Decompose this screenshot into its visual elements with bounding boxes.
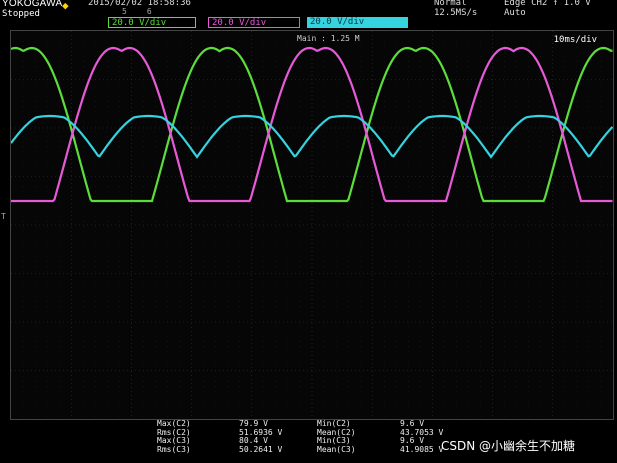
- waveform-svg: [10, 31, 614, 419]
- watermark: CSDN @小幽余生不加糖: [441, 439, 576, 453]
- channel-3-scale[interactable]: 20.0 V/div: [307, 17, 408, 28]
- trigger-settings[interactable]: Edge CH2 ↑ 1.0 V Auto: [504, 0, 591, 18]
- measurement-labels-col1: Max(C2) Rms(C2) Max(C3) Rms(C3): [157, 420, 191, 454]
- channel-scale-label: 20.0 V/div: [212, 18, 267, 28]
- measurement-values-col1: 79.9 V 51.6936 V 80.4 V 50.2641 V: [239, 420, 282, 454]
- measurement-values-col2: 9.6 V 43.7053 V 9.6 V 41.9085 V: [400, 420, 443, 454]
- channel-2-scale[interactable]: 20.0 V/div: [208, 17, 300, 28]
- channel-number: 5: [122, 7, 147, 16]
- channel-scale-label: 20.0 V/div: [310, 17, 365, 27]
- acquisition-status: Stopped: [2, 9, 40, 19]
- memory-length: Main : 1.25 M: [297, 34, 360, 43]
- measure-label: Rms(C3): [157, 444, 191, 454]
- trigger-mode: Auto: [504, 8, 526, 18]
- brand-logo: YOKOGAWA: [2, 0, 63, 9]
- channel-numbers: 56: [122, 7, 172, 16]
- mode-label: Normal: [434, 0, 467, 8]
- trace-ch2: [10, 46, 613, 203]
- timebase-label: 10ms/div: [553, 35, 597, 45]
- trace-ch1: [10, 114, 614, 159]
- status-bar: YOKOGAWA ◆ Stopped 2015/02/02 18:58:36 5…: [0, 0, 617, 30]
- trigger-source: Edge CH2 ↑ 1.0 V: [504, 0, 591, 8]
- channel-scale-label: 20.0 V/div: [112, 18, 167, 28]
- measure-value: 50.2641 V: [239, 444, 283, 454]
- yokogawa-diamond-icon: ◆: [62, 0, 69, 12]
- measure-label: Mean(C3): [317, 444, 356, 454]
- measure-value: 41.9085 V: [400, 444, 444, 454]
- measurement-labels-col2: Min(C2) Mean(C2) Min(C3) Mean(C3): [317, 420, 356, 454]
- waveform-display[interactable]: Main : 1.25 M 10ms/div: [10, 30, 614, 420]
- acquisition-mode[interactable]: Normal 12.5MS/s: [434, 0, 477, 18]
- trigger-level-marker[interactable]: T: [1, 212, 6, 221]
- sample-rate: 12.5MS/s: [434, 8, 478, 18]
- channel-number: 6: [146, 7, 172, 16]
- trace-ch3: [11, 46, 613, 203]
- channel-1-scale[interactable]: 20.0 V/div: [108, 17, 196, 28]
